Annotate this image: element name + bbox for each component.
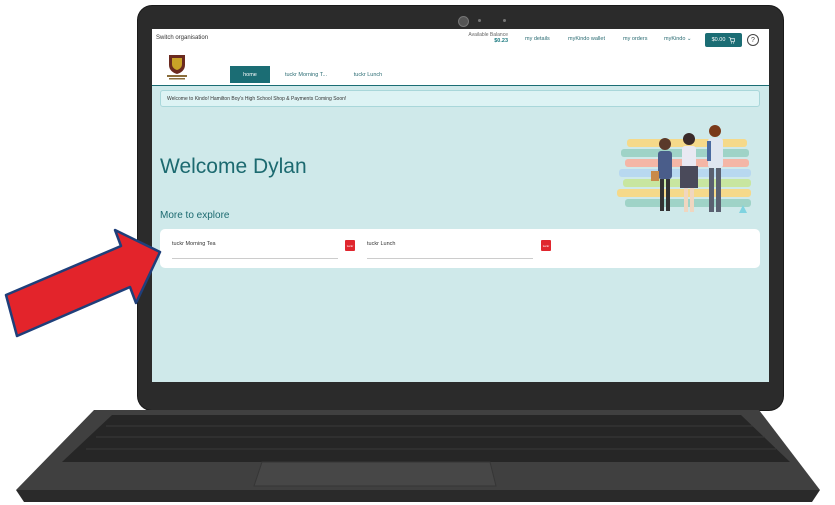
red-arrow-pointer-icon (4, 228, 162, 338)
